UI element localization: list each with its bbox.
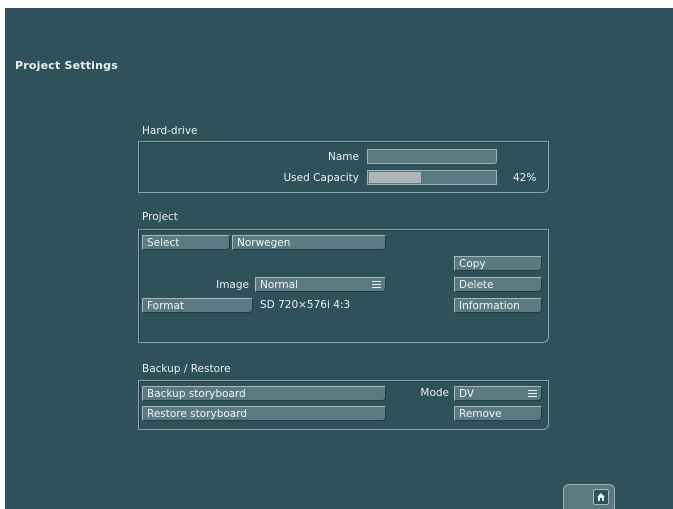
image-select[interactable]: Normal [255,277,386,292]
image-select-value: Normal [260,279,298,291]
backup-section-label: Backup / Restore [142,363,231,375]
hard-drive-section-label: Hard-drive [142,125,198,137]
information-button[interactable]: Information [454,298,542,313]
project-section-label: Project [142,211,178,223]
select-button[interactable]: Select [142,235,230,250]
backup-storyboard-button[interactable]: Backup storyboard [142,386,386,401]
used-capacity-fill [369,172,421,183]
mode-select-value: DV [459,388,475,400]
project-name-field[interactable]: Norwegen [232,235,386,250]
home-icon [593,489,609,505]
name-label: Name [328,151,359,163]
used-capacity-percent: 42% [513,172,537,184]
backup-panel: Backup storyboard Mode DV Restore storyb… [138,380,549,430]
used-capacity-bar [367,170,497,185]
remove-button[interactable]: Remove [454,406,542,421]
page-title: Project Settings [15,59,119,72]
mode-select[interactable]: DV [454,386,542,401]
used-capacity-label: Used Capacity [283,172,359,184]
format-value: SD 720×576i 4:3 [260,299,351,311]
menu-lines-icon [372,281,381,288]
format-button[interactable]: Format [142,298,253,313]
delete-button[interactable]: Delete [454,277,542,292]
home-button[interactable] [563,484,615,509]
image-label: Image [216,279,249,291]
screen: Project Settings Hard-drive Name Used Ca… [5,8,673,509]
restore-storyboard-button[interactable]: Restore storyboard [142,406,386,421]
mode-label: Mode [420,387,449,399]
copy-button[interactable]: Copy [454,256,542,271]
hard-drive-panel: Name Used Capacity 42% [138,141,549,193]
name-field [367,149,497,164]
menu-lines-icon [528,390,537,397]
project-panel: Select Norwegen Copy Image Normal Delete… [138,229,549,343]
